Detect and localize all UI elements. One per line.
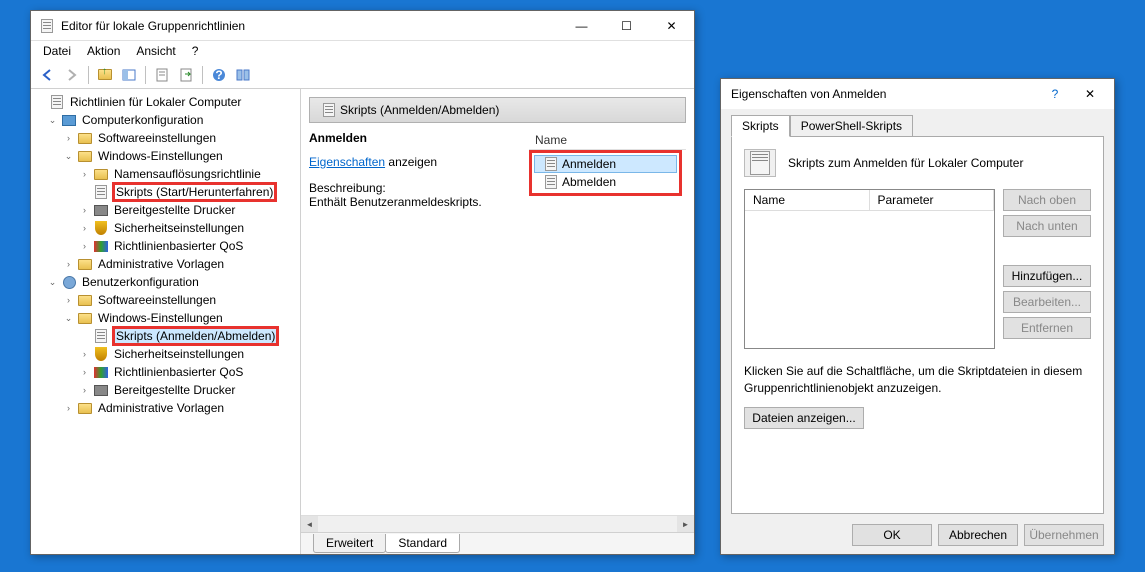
description-text: Enthält Benutzeranmeldeskripts. xyxy=(309,195,521,209)
dialog-tabpane: Skripts zum Anmelden für Lokaler Compute… xyxy=(731,136,1104,514)
export-button[interactable] xyxy=(175,64,197,86)
tree-panel[interactable]: Richtlinien für Lokaler Computer ⌄Comput… xyxy=(31,89,301,554)
up-button[interactable]: ↑ xyxy=(94,64,116,86)
tree-computer-nameres[interactable]: ›Namensauflösungsrichtlinie xyxy=(33,165,298,183)
back-button[interactable] xyxy=(37,64,59,86)
forward-button[interactable] xyxy=(61,64,83,86)
properties-dialog: Eigenschaften von Anmelden ? ✕ Skripts P… xyxy=(720,78,1115,555)
menu-help[interactable]: ? xyxy=(186,42,205,60)
dialog-description: Skripts zum Anmelden für Lokaler Compute… xyxy=(788,156,1023,170)
description-label: Beschreibung: xyxy=(309,181,521,195)
detail-section-title: Anmelden xyxy=(309,131,521,145)
detail-header: Skripts (Anmelden/Abmelden) xyxy=(309,97,686,123)
move-up-button[interactable]: Nach oben xyxy=(1003,189,1091,211)
tree-computer-windows[interactable]: ⌄Windows-Einstellungen xyxy=(33,147,298,165)
edit-button[interactable]: Bearbeiten... xyxy=(1003,291,1091,313)
view-tabs: Erweitert Standard xyxy=(301,532,694,554)
menubar: Datei Aktion Ansicht ? xyxy=(31,41,694,61)
close-button[interactable]: ✕ xyxy=(649,11,694,41)
toolbar: ↑ ? xyxy=(31,61,694,89)
detail-title: Skripts (Anmelden/Abmelden) xyxy=(340,103,499,117)
item-abmelden[interactable]: Abmelden xyxy=(534,173,677,191)
menu-file[interactable]: Datei xyxy=(37,42,77,60)
dialog-help-button[interactable]: ? xyxy=(1040,79,1070,109)
tree-computer-config[interactable]: ⌄Computerkonfiguration xyxy=(33,111,298,129)
ok-button[interactable]: OK xyxy=(852,524,932,546)
move-down-button[interactable]: Nach unten xyxy=(1003,215,1091,237)
items-highlight: Anmelden Abmelden xyxy=(529,150,682,196)
tree-user-admin[interactable]: ›Administrative Vorlagen xyxy=(33,399,298,417)
filter-button[interactable] xyxy=(232,64,254,86)
dialog-close-button[interactable]: ✕ xyxy=(1070,79,1110,109)
item-anmelden[interactable]: Anmelden xyxy=(534,155,677,173)
show-hide-button[interactable] xyxy=(118,64,140,86)
tree-computer-software[interactable]: ›Softwareeinstellungen xyxy=(33,129,298,147)
gpedit-window: Editor für lokale Gruppenrichtlinien — ☐… xyxy=(30,10,695,555)
svg-text:?: ? xyxy=(215,68,222,82)
tree-user-security[interactable]: ›Sicherheitseinstellungen xyxy=(33,345,298,363)
remove-button[interactable]: Entfernen xyxy=(1003,317,1091,339)
tree-computer-printers[interactable]: ›Bereitgestellte Drucker xyxy=(33,201,298,219)
tree-user-software[interactable]: ›Softwareeinstellungen xyxy=(33,291,298,309)
properties-button[interactable] xyxy=(151,64,173,86)
dialog-hint: Klicken Sie auf die Schaltfläche, um die… xyxy=(744,363,1091,397)
tree-computer-qos[interactable]: ›Richtlinienbasierter QoS xyxy=(33,237,298,255)
tree-user-qos[interactable]: ›Richtlinienbasierter QoS xyxy=(33,363,298,381)
menu-action[interactable]: Aktion xyxy=(81,42,126,60)
tab-extended[interactable]: Erweitert xyxy=(313,534,386,553)
properties-suffix: anzeigen xyxy=(385,155,437,169)
apply-button[interactable]: Übernehmen xyxy=(1024,524,1104,546)
tab-powershell[interactable]: PowerShell-Skripts xyxy=(790,115,913,137)
tree-computer-security[interactable]: ›Sicherheitseinstellungen xyxy=(33,219,298,237)
window-title: Editor für lokale Gruppenrichtlinien xyxy=(61,19,559,33)
maximize-button[interactable]: ☐ xyxy=(604,11,649,41)
col-parameter[interactable]: Parameter xyxy=(870,190,995,210)
help-button[interactable]: ? xyxy=(208,64,230,86)
scrollbar-horizontal[interactable]: ◄ ► xyxy=(301,515,694,532)
tree-user-scripts[interactable]: Skripts (Anmelden/Abmelden) xyxy=(33,327,298,345)
script-icon xyxy=(321,102,337,118)
column-name[interactable]: Name xyxy=(529,131,686,150)
cancel-button[interactable]: Abbrechen xyxy=(938,524,1018,546)
dialog-tabs: Skripts PowerShell-Skripts xyxy=(731,115,1104,137)
col-name[interactable]: Name xyxy=(745,190,870,210)
show-files-button[interactable]: Dateien anzeigen... xyxy=(744,407,864,429)
tree-user-printers[interactable]: ›Bereitgestellte Drucker xyxy=(33,381,298,399)
add-button[interactable]: Hinzufügen... xyxy=(1003,265,1091,287)
tab-scripts[interactable]: Skripts xyxy=(731,115,790,137)
properties-link[interactable]: Eigenschaften xyxy=(309,155,385,169)
titlebar[interactable]: Editor für lokale Gruppenrichtlinien — ☐… xyxy=(31,11,694,41)
detail-panel: Skripts (Anmelden/Abmelden) Anmelden Eig… xyxy=(301,89,694,554)
tree-root[interactable]: Richtlinien für Lokaler Computer xyxy=(33,93,298,111)
menu-view[interactable]: Ansicht xyxy=(130,42,181,60)
tree-computer-scripts[interactable]: Skripts (Start/Herunterfahren) xyxy=(33,183,298,201)
tree-computer-admin[interactable]: ›Administrative Vorlagen xyxy=(33,255,298,273)
tree-user-windows[interactable]: ⌄Windows-Einstellungen xyxy=(33,309,298,327)
scripts-list[interactable]: Name Parameter xyxy=(744,189,995,349)
minimize-button[interactable]: — xyxy=(559,11,604,41)
tab-standard[interactable]: Standard xyxy=(385,534,460,553)
app-icon xyxy=(39,18,55,34)
scroll-left-button[interactable]: ◄ xyxy=(301,516,318,533)
dialog-titlebar[interactable]: Eigenschaften von Anmelden ? ✕ xyxy=(721,79,1114,109)
script-large-icon xyxy=(744,149,776,177)
scroll-right-button[interactable]: ► xyxy=(677,516,694,533)
tree-user-config[interactable]: ⌄Benutzerkonfiguration xyxy=(33,273,298,291)
dialog-title: Eigenschaften von Anmelden xyxy=(731,87,886,101)
